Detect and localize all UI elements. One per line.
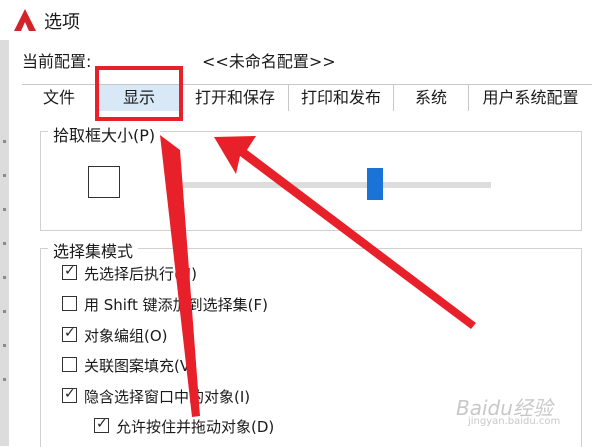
tab-display[interactable]: 显示 bbox=[97, 85, 182, 111]
selection-modes-title: 选择集模式 bbox=[48, 238, 139, 262]
current-profile-row: 当前配置: <<未命名配置>> bbox=[22, 48, 336, 72]
checkbox[interactable] bbox=[62, 263, 77, 280]
checkbox[interactable] bbox=[62, 357, 77, 372]
checkbox[interactable] bbox=[62, 325, 77, 342]
current-profile-value: <<未命名配置>> bbox=[202, 52, 336, 71]
tab-system[interactable]: 系统 bbox=[394, 85, 469, 111]
current-profile-label: 当前配置: bbox=[22, 52, 92, 71]
tab-files[interactable]: 文件 bbox=[22, 85, 97, 111]
tab-strip: 文件 显示 打开和保存 打印和发布 系统 用户系统配置 bbox=[22, 84, 592, 112]
pickbox-preview bbox=[88, 166, 120, 198]
tab-open-and-save[interactable]: 打开和保存 bbox=[182, 85, 289, 111]
pickbox-slider-thumb[interactable] bbox=[367, 168, 383, 200]
pickbox-size-title: 拾取框大小(P) bbox=[48, 122, 161, 146]
autocad-logo-icon bbox=[14, 9, 36, 31]
baidu-watermark: Baidu经验 jingyan.baidu.com bbox=[456, 396, 561, 427]
checkbox[interactable] bbox=[62, 296, 77, 311]
title-bar: 选项 bbox=[0, 0, 592, 40]
tab-user-preferences[interactable]: 用户系统配置 bbox=[469, 85, 592, 111]
checkbox[interactable] bbox=[94, 416, 109, 433]
window-title: 选项 bbox=[44, 12, 80, 33]
pickbox-slider-track[interactable] bbox=[175, 182, 491, 188]
checkbox[interactable] bbox=[62, 386, 77, 403]
tab-plot-and-publish[interactable]: 打印和发布 bbox=[289, 85, 394, 111]
window-edge bbox=[0, 40, 9, 446]
pickbox-size-group bbox=[40, 131, 582, 231]
